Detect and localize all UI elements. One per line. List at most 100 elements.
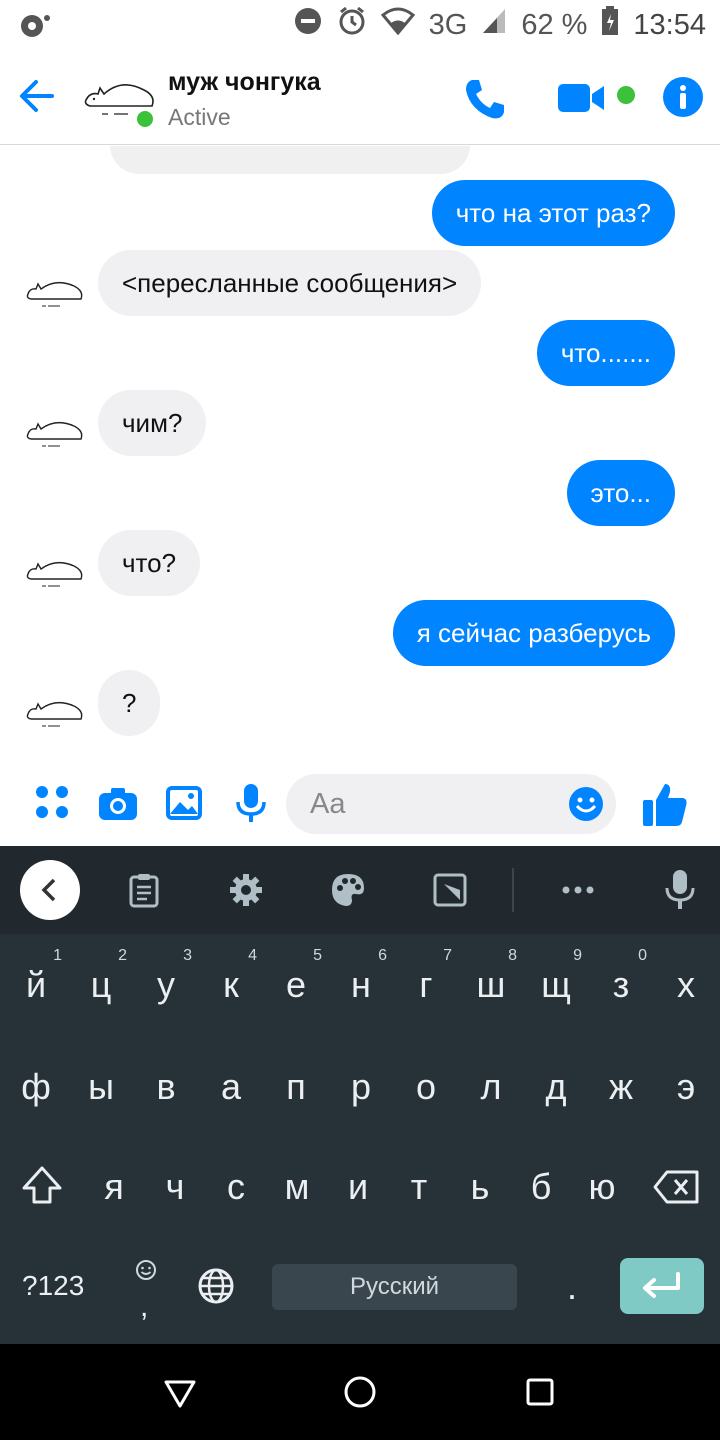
- settings-gear-icon[interactable]: [228, 872, 264, 908]
- apps-grid-icon[interactable]: [34, 784, 70, 825]
- key-э[interactable]: э: [654, 1042, 718, 1132]
- keyboard-row-2: фы в а п р о л дж э: [0, 1042, 720, 1142]
- incoming-message[interactable]: что?: [98, 530, 201, 596]
- symbols-key[interactable]: ?123: [22, 1270, 84, 1302]
- system-navigation-bar: [0, 1344, 720, 1440]
- key-з[interactable]: з0: [589, 940, 653, 1030]
- sender-avatar: [26, 701, 83, 727]
- battery-icon: [601, 6, 619, 44]
- toolbar-divider: [512, 868, 514, 912]
- key-label: ь: [470, 1166, 490, 1207]
- thumbs-up-icon[interactable]: [641, 780, 689, 833]
- key-щ[interactable]: щ9: [524, 940, 588, 1030]
- battery-percent: 62 %: [521, 8, 588, 41]
- key-ц[interactable]: ц2: [69, 940, 133, 1030]
- key-label: н: [351, 964, 371, 1005]
- language-switch-key[interactable]: [184, 1242, 248, 1332]
- key-с[interactable]: с: [204, 1142, 268, 1232]
- key-ж[interactable]: ж: [589, 1042, 653, 1132]
- message-input[interactable]: Aa: [286, 774, 616, 834]
- emoji-comma-key[interactable]: ,: [114, 1250, 178, 1340]
- video-active-dot: [617, 86, 635, 104]
- nav-back-icon[interactable]: [162, 1374, 198, 1410]
- gallery-icon[interactable]: [164, 784, 204, 827]
- key-б[interactable]: б: [509, 1142, 573, 1232]
- key-х[interactable]: х: [654, 940, 718, 1030]
- notification-icon: [18, 10, 52, 45]
- network-type: 3G: [428, 8, 468, 41]
- key-г[interactable]: г7: [394, 940, 458, 1030]
- clock: 13:54: [633, 8, 706, 41]
- globe-icon: [198, 1268, 234, 1304]
- key-label: д: [545, 1066, 567, 1107]
- key-д[interactable]: д: [524, 1042, 588, 1132]
- keyboard-row-1: й1ц2у3к4е5н6г7ш8щ9з0х: [0, 940, 720, 1040]
- alarm-icon: [337, 6, 367, 44]
- keyboard-collapse-button[interactable]: [20, 860, 80, 920]
- key-label: щ: [541, 964, 571, 1005]
- key-label: ш: [476, 964, 506, 1005]
- message-list[interactable]: что на этот раз? <пересланные сообщения>…: [0, 146, 720, 756]
- theme-palette-icon[interactable]: [330, 872, 366, 908]
- key-н[interactable]: н6: [329, 940, 393, 1030]
- key-ы[interactable]: ы: [69, 1042, 133, 1132]
- info-icon[interactable]: [662, 76, 704, 118]
- key-label: о: [415, 1066, 437, 1107]
- key-о[interactable]: о: [394, 1042, 458, 1132]
- key-ш[interactable]: ш8: [459, 940, 523, 1030]
- key-м[interactable]: м: [265, 1142, 329, 1232]
- outgoing-message[interactable]: это...: [566, 460, 675, 526]
- key-е[interactable]: е5: [264, 940, 328, 1030]
- key-и[interactable]: и: [326, 1142, 390, 1232]
- key-label: в: [156, 1066, 176, 1107]
- key-ч[interactable]: ч: [143, 1142, 207, 1232]
- microphone-icon[interactable]: [234, 782, 268, 829]
- key-т[interactable]: т: [387, 1142, 451, 1232]
- key-label: к: [223, 964, 239, 1005]
- key-label: ы: [88, 1066, 114, 1107]
- phone-call-icon[interactable]: [462, 76, 508, 122]
- camera-icon[interactable]: [97, 786, 139, 827]
- key-р[interactable]: р: [329, 1042, 393, 1132]
- dnd-icon: [293, 6, 323, 44]
- one-handed-mode-icon[interactable]: [432, 872, 468, 908]
- contact-name[interactable]: муж чонгука: [168, 68, 321, 97]
- key-й[interactable]: й1: [4, 940, 68, 1030]
- key-л[interactable]: л: [459, 1042, 523, 1132]
- back-arrow-icon[interactable]: [16, 76, 56, 116]
- space-key[interactable]: Русский: [272, 1264, 517, 1310]
- outgoing-message[interactable]: что на этот раз?: [431, 180, 675, 246]
- key-label: з: [612, 964, 630, 1005]
- key-а[interactable]: а: [199, 1042, 263, 1132]
- incoming-message[interactable]: чим?: [98, 390, 207, 456]
- nav-recents-icon[interactable]: [522, 1374, 558, 1410]
- incoming-message[interactable]: ?: [98, 670, 161, 736]
- emoji-icon[interactable]: [568, 786, 604, 822]
- key-ф[interactable]: ф: [4, 1042, 68, 1132]
- key-number-hint: 6: [378, 947, 387, 964]
- clipboard-icon[interactable]: [126, 872, 162, 908]
- backspace-key[interactable]: [642, 1142, 710, 1232]
- signal-icon: [481, 7, 507, 43]
- video-call-icon[interactable]: [556, 80, 606, 116]
- enter-key[interactable]: [620, 1258, 704, 1314]
- key-number-hint: 5: [313, 947, 322, 964]
- outgoing-message[interactable]: я сейчас разберусь: [392, 600, 675, 666]
- sender-avatar: [26, 421, 83, 447]
- more-options-icon[interactable]: [560, 872, 596, 908]
- incoming-message[interactable]: <пересланные сообщения>: [98, 250, 482, 316]
- key-в[interactable]: в: [134, 1042, 198, 1132]
- key-ь[interactable]: ь: [448, 1142, 512, 1232]
- key-ю[interactable]: ю: [570, 1142, 634, 1232]
- key-п[interactable]: п: [264, 1042, 328, 1132]
- key-у[interactable]: у3: [134, 940, 198, 1030]
- voice-input-icon[interactable]: [662, 868, 698, 912]
- key-к[interactable]: к4: [199, 940, 263, 1030]
- period-key[interactable]: .: [540, 1242, 604, 1332]
- key-label: ю: [588, 1166, 616, 1207]
- shift-key[interactable]: [10, 1142, 74, 1232]
- key-label: г: [419, 964, 433, 1005]
- nav-home-icon[interactable]: [342, 1374, 378, 1410]
- outgoing-message[interactable]: что.......: [536, 320, 675, 386]
- key-я[interactable]: я: [82, 1142, 146, 1232]
